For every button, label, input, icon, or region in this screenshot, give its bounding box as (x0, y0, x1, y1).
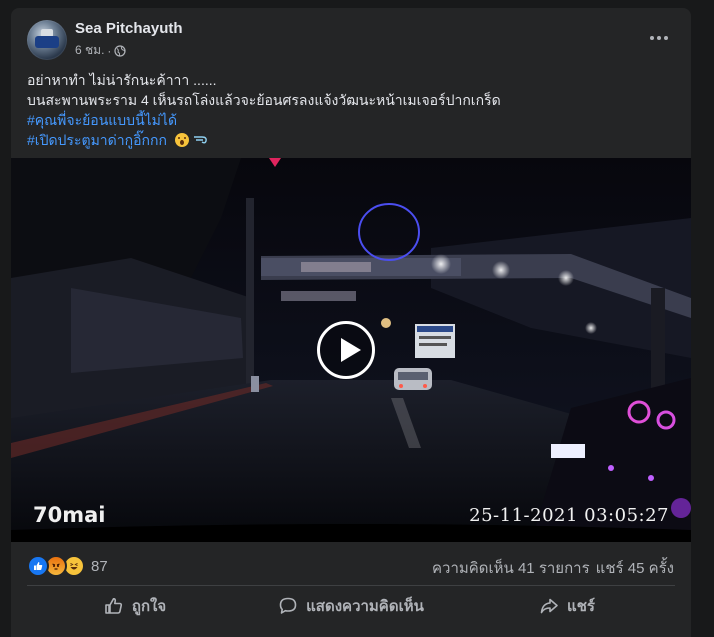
like-reaction-icon (27, 555, 49, 577)
caption-line: อย่าหาทำ ไม่น่ารักนะค้าาา ...... (27, 72, 217, 88)
dash-emoji (193, 131, 209, 151)
meta-separator: · (107, 43, 112, 58)
actions-divider (27, 585, 675, 586)
author-avatar[interactable] (27, 20, 67, 60)
engagement-counts: ความคิดเห็น 41 รายการ แชร์ 45 ครั้ง (432, 556, 674, 580)
globe-icon (114, 44, 127, 57)
comment-label: แสดงความคิดเห็น (306, 598, 424, 615)
play-icon[interactable] (317, 321, 375, 379)
more-dots-icon (650, 36, 668, 40)
post-card: Sea Pitchayuth 6 ชม. · อย่าหาทำ ไม่น่ารั… (11, 8, 691, 637)
like-label: ถูกใจ (131, 598, 167, 615)
share-arrow-icon (540, 598, 558, 614)
hashtag-link[interactable]: #เปิดประตูมาด่ากูอิ๊กกก (27, 132, 167, 148)
dashcam-brand-watermark: 70mai (33, 503, 106, 527)
comment-count-link[interactable]: ความคิดเห็น 41 รายการ (432, 556, 590, 580)
post-time[interactable]: 6 ชม. (75, 41, 104, 60)
comment-bubble-icon (279, 597, 297, 614)
astonished-face-emoji (174, 133, 189, 147)
author-name[interactable]: Sea Pitchayuth (75, 20, 183, 37)
video-player[interactable]: 70mai 25-11-2021 03:05:27 (11, 158, 691, 542)
share-button[interactable]: แชร์ (459, 588, 675, 624)
like-button[interactable]: ถูกใจ (27, 588, 243, 624)
post-header: Sea Pitchayuth 6 ชม. · (11, 8, 691, 68)
caption-line: บนสะพานพระราม 4 เห็นรถโล่งแล้วจะย้อนศรลง… (27, 92, 501, 108)
post-actions: ถูกใจ แสดงความคิดเห็น แชร์ (27, 588, 675, 624)
hashtag-link[interactable]: #คุณพี่จะย้อนแบบนี้ไม่ได้ (27, 112, 177, 128)
comment-button[interactable]: แสดงความคิดเห็น (243, 588, 459, 624)
post-stats: 87 ความคิดเห็น 41 รายการ แชร์ 45 ครั้ง (11, 546, 691, 582)
video-timestamp: 25-11-2021 03:05:27 (469, 505, 669, 526)
reaction-count: 87 (91, 557, 108, 575)
post-meta: 6 ชม. · (75, 41, 127, 60)
share-count-link[interactable]: แชร์ 45 ครั้ง (596, 556, 674, 580)
share-label: แชร์ (567, 598, 595, 615)
thumbs-up-icon (105, 597, 122, 614)
more-options-button[interactable] (641, 26, 677, 50)
reactions-summary[interactable]: 87 (27, 555, 108, 577)
post-caption: อย่าหาทำ ไม่น่ารักนะค้าาา ...... บนสะพาน… (27, 70, 677, 151)
